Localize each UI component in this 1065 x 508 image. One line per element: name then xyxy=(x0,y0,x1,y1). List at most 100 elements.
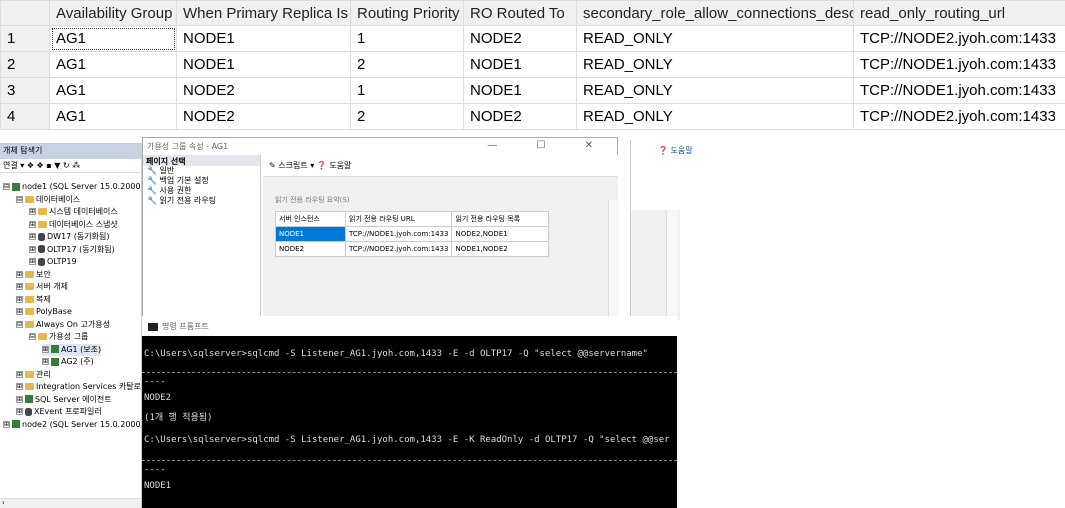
table-cell[interactable]: TCP://NODE1.jyoh.com:1433 xyxy=(853,77,1065,104)
table-cell[interactable]: AG1 xyxy=(49,51,177,78)
expand-icon[interactable]: ⊞ xyxy=(29,233,36,240)
expand-icon[interactable]: ⊞ xyxy=(29,220,36,228)
tree-node[interactable]: ⊞ PolyBase xyxy=(16,306,72,318)
page-readonly-routing[interactable]: 🔧 읽기 전용 라우팅 xyxy=(143,196,260,206)
tree-node[interactable]: ⊟ 가용성 그룹 xyxy=(29,331,88,343)
column-header-routing-priority[interactable]: Routing Priority xyxy=(350,0,464,26)
cmd-output[interactable]: C:\Users\sqlserver>sqlcmd -S Listener_AG… xyxy=(142,336,677,508)
table-row[interactable]: NODE2 TCP://NODE2.jyoh.com:1433 NODE1,NO… xyxy=(275,241,550,257)
routing-column-header[interactable]: 읽기 전용 라우팅 목록 xyxy=(451,211,550,227)
table-cell[interactable]: NODE1,NODE2 xyxy=(451,241,550,257)
expand-icon[interactable]: ⊞ xyxy=(29,208,36,215)
table-cell[interactable]: TCP://NODE1.jyoh.com:1433 xyxy=(344,226,453,242)
vertical-scrollbar[interactable] xyxy=(666,210,678,320)
column-header-routing-url[interactable]: read_only_routing_url xyxy=(853,0,1065,26)
tree-node[interactable]: ⊞ OLTP19 xyxy=(29,256,77,268)
table-cell[interactable]: NODE2 xyxy=(176,77,351,104)
table-cell[interactable]: 2 xyxy=(350,51,464,78)
routing-column-header[interactable]: 읽기 전용 라우팅 URL xyxy=(344,211,453,227)
tree-node[interactable]: ⊞ DW17 (동기화됨) xyxy=(29,231,109,243)
scroll-left-icon[interactable]: ‹ xyxy=(2,499,5,507)
tree-node[interactable]: ⊞ 시스템 데이터베이스 xyxy=(29,206,118,218)
row-number[interactable]: 1 xyxy=(0,25,50,52)
table-cell[interactable]: NODE1 xyxy=(176,51,351,78)
expand-icon[interactable]: ⊞ xyxy=(42,358,49,365)
row-number[interactable]: 3 xyxy=(0,77,50,104)
table-cell[interactable]: NODE1 xyxy=(275,226,346,242)
expand-icon[interactable]: ⊞ xyxy=(16,370,23,378)
table-cell[interactable]: TCP://NODE1.jyoh.com:1433 xyxy=(853,51,1065,78)
help-button[interactable]: 도움말 xyxy=(329,161,351,170)
table-cell[interactable]: NODE1 xyxy=(463,51,577,78)
page-permissions[interactable]: 🔧 사용 권한 xyxy=(143,186,260,196)
script-button[interactable]: 스크립트 ▾ xyxy=(278,161,314,170)
expand-icon[interactable]: ⊞ xyxy=(16,308,23,315)
table-cell[interactable]: AG1 xyxy=(49,77,177,104)
expand-icon[interactable]: ⊞ xyxy=(16,270,23,278)
tree-node[interactable]: ⊞ 서버 개체 xyxy=(16,281,68,293)
page-general[interactable]: 🔧 일반 xyxy=(143,166,260,176)
table-cell[interactable]: READ_ONLY xyxy=(576,51,854,78)
table-row[interactable]: 3 AG1 NODE2 1 NODE1 READ_ONLY TCP://NODE… xyxy=(0,77,1065,104)
expand-icon[interactable]: ⊞ xyxy=(16,283,23,290)
help-icon[interactable]: ❓ xyxy=(317,161,327,170)
tree-node[interactable]: ⊞ SQL Server 에이전트 xyxy=(16,394,112,406)
routing-column-header[interactable]: 서버 인스턴스 xyxy=(275,211,346,227)
table-cell[interactable]: TCP://NODE2.jyoh.com:1433 xyxy=(853,103,1065,130)
results-grid[interactable]: Availability Group When Primary Replica … xyxy=(0,0,1065,130)
horizontal-scrollbar[interactable]: ‹ xyxy=(0,498,141,508)
expand-icon[interactable]: ⊞ xyxy=(16,395,23,403)
collapse-icon[interactable]: ⊟ xyxy=(29,333,36,340)
table-cell[interactable]: READ_ONLY xyxy=(576,25,854,52)
vertical-scrollbar[interactable] xyxy=(608,200,618,325)
tree-node[interactable]: ⊞ 보안 xyxy=(16,269,51,281)
table-cell[interactable]: READ_ONLY xyxy=(576,103,854,130)
table-row[interactable]: 2 AG1 NODE1 2 NODE1 READ_ONLY TCP://NODE… xyxy=(0,51,1065,78)
page-backup[interactable]: 🔧 백업 기본 설정 xyxy=(143,176,260,186)
tree-node[interactable]: ⊞ Integration Services 카탈로 xyxy=(16,381,141,393)
column-header-availability-group[interactable]: Availability Group xyxy=(49,0,177,26)
column-header-secondary-role[interactable]: secondary_role_allow_connections_desc xyxy=(576,0,854,26)
tree-node[interactable]: ⊞ OLTP17 (동기화됨) xyxy=(29,244,115,256)
tree-node[interactable]: ⊞ XEvent 프로파일러 xyxy=(16,406,102,418)
table-cell[interactable]: TCP://NODE2.jyoh.com:1433 xyxy=(853,25,1065,52)
help-panel-button[interactable]: ❓ 도움말 xyxy=(658,145,693,156)
table-cell[interactable]: NODE2 xyxy=(275,241,346,257)
column-header-primary-replica[interactable]: When Primary Replica Is xyxy=(176,0,351,26)
table-cell[interactable]: TCP://NODE2.jyoh.com:1433 xyxy=(344,241,453,257)
expand-icon[interactable]: ⊞ xyxy=(29,258,36,265)
tree-node[interactable]: ⊞ node2 (SQL Server 15.0.2000. xyxy=(3,419,141,431)
table-cell[interactable]: 2 xyxy=(350,103,464,130)
window-controls[interactable]: — ☐ ✕ xyxy=(487,140,611,151)
tree-node[interactable]: ⊞ AG1 (보조) xyxy=(42,343,102,356)
table-cell[interactable]: NODE2,NODE1 xyxy=(451,226,550,242)
row-number[interactable]: 4 xyxy=(0,103,50,130)
tree-node[interactable]: ⊟ Always On 고가용성 xyxy=(16,319,110,331)
table-row[interactable]: 4 AG1 NODE2 2 NODE2 READ_ONLY TCP://NODE… xyxy=(0,103,1065,130)
table-cell[interactable]: 1 xyxy=(350,25,464,52)
object-explorer-toolbar[interactable]: 연결 ▾ ❖ ❖ ▪ ▼ ↻ ⁂ xyxy=(0,159,141,173)
table-cell[interactable]: NODE2 xyxy=(176,103,351,130)
routing-summary-table[interactable]: 서버 인스턴스 읽기 전용 라우팅 URL 읽기 전용 라우팅 목록 NODE1… xyxy=(275,211,550,257)
collapse-icon[interactable]: ⊟ xyxy=(16,320,23,328)
tree-node[interactable]: ⊞ 관리 xyxy=(16,369,51,381)
table-cell[interactable]: NODE1 xyxy=(176,25,351,52)
tree-node[interactable]: ⊞ 복제 xyxy=(16,294,51,306)
tree-node[interactable]: ⊞ AG2 (주) xyxy=(42,356,94,368)
table-row[interactable]: 1 AG1 NODE1 1 NODE2 READ_ONLY TCP://NODE… xyxy=(0,25,1065,52)
table-cell[interactable]: AG1 xyxy=(49,25,177,52)
table-cell[interactable]: NODE2 xyxy=(463,25,577,52)
expand-icon[interactable]: ⊞ xyxy=(42,345,49,353)
expand-icon[interactable]: ⊞ xyxy=(16,383,23,390)
expand-icon[interactable]: ⊞ xyxy=(3,420,10,428)
row-number-header[interactable] xyxy=(0,0,50,26)
tree-node[interactable]: ⊟ node1 (SQL Server 15.0.2000. xyxy=(3,181,141,193)
tree-node[interactable]: ⊟ 데이터베이스 xyxy=(16,194,80,206)
tree-node[interactable]: ⊞ 데이터베이스 스냅샷 xyxy=(29,219,118,231)
table-row[interactable]: NODE1 TCP://NODE1.jyoh.com:1433 NODE2,NO… xyxy=(275,226,550,242)
table-cell[interactable]: NODE1 xyxy=(463,77,577,104)
expand-icon[interactable]: ⊞ xyxy=(29,245,36,253)
column-header-ro-routed-to[interactable]: RO Routed To xyxy=(463,0,577,26)
table-cell[interactable]: 1 xyxy=(350,77,464,104)
table-cell[interactable]: READ_ONLY xyxy=(576,77,854,104)
